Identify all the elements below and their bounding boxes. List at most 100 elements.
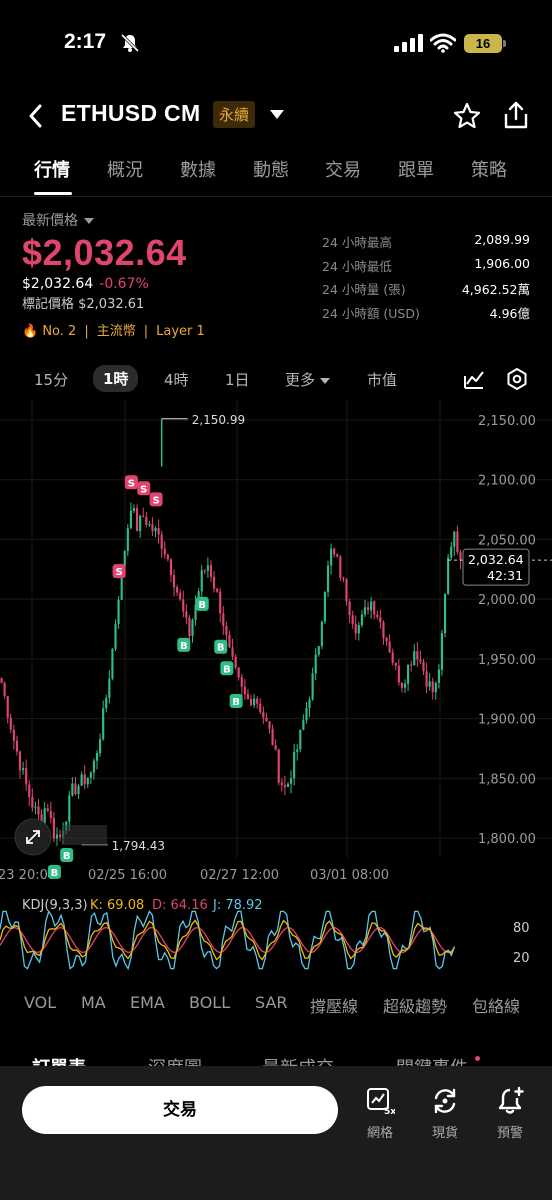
candle-body	[326, 565, 330, 592]
candle-body	[394, 662, 397, 666]
price-change-line: $2,032.64 -0.67%	[22, 276, 322, 292]
timeframe-4h[interactable]: 4時	[164, 369, 189, 390]
wifi-icon	[430, 33, 456, 53]
candle-body	[363, 607, 367, 615]
candle-body	[28, 784, 31, 798]
watermark-logo	[62, 825, 107, 845]
tab-trade[interactable]: 交易	[325, 156, 361, 182]
grid-label: 網格	[366, 1126, 393, 1141]
candle-body	[108, 678, 111, 698]
timeframe-1d[interactable]: 1日	[225, 369, 250, 390]
star-icon[interactable]	[453, 102, 481, 130]
alert-button[interactable]: 預警	[485, 1086, 535, 1141]
candle-body	[105, 697, 108, 709]
timeframe-1h[interactable]: 1時	[93, 365, 139, 392]
candle-body	[74, 783, 77, 795]
indicator-ema[interactable]: EMA	[130, 993, 165, 1012]
grid-button[interactable]: 5x 網格	[355, 1086, 405, 1141]
candle-body	[225, 626, 228, 635]
x-tick-label: 23 20:00	[0, 868, 56, 883]
trade-marker-label: S	[115, 567, 122, 578]
back-icon[interactable]	[24, 102, 48, 130]
stat-label: 24 小時最高	[322, 235, 392, 250]
settings-icon[interactable]	[505, 367, 529, 391]
candle-body	[172, 575, 176, 588]
spot-button[interactable]: 現貨	[420, 1086, 470, 1141]
tab-overview[interactable]: 概況	[107, 156, 143, 182]
tab-data[interactable]: 數據	[180, 156, 216, 182]
indicator-icon[interactable]	[463, 368, 485, 390]
indicator-support-resistance[interactable]: 撐壓線	[310, 993, 358, 1017]
candle-body	[176, 587, 179, 593]
candle-body	[99, 739, 102, 754]
y-tick-label: 2,100.00	[478, 474, 536, 489]
trade-marker-label: S	[152, 495, 159, 506]
y-tick-label: 1,900.00	[478, 713, 536, 728]
layer-tag[interactable]: Layer 1	[156, 324, 205, 339]
rank-tag[interactable]: No. 2	[42, 324, 76, 339]
candle-body	[357, 625, 360, 634]
candle-body	[323, 591, 327, 622]
candle-body	[209, 565, 213, 577]
timeframe-15m[interactable]: 15分	[34, 369, 68, 390]
candle-body	[366, 607, 370, 611]
candle-body	[160, 534, 163, 549]
trade-button[interactable]: 交易	[22, 1086, 338, 1134]
tab-strategy[interactable]: 策略	[471, 156, 507, 182]
candle-body	[154, 528, 157, 532]
grid-badge: 5x	[384, 1107, 395, 1116]
candle-body	[373, 601, 376, 615]
timeframe-more[interactable]: 更多	[285, 369, 331, 390]
indicator-supertrend[interactable]: 超級趨勢	[383, 993, 447, 1017]
timeframe-marketcap[interactable]: 市值	[367, 369, 397, 390]
candle-body	[231, 647, 234, 657]
indicator-ma[interactable]: MA	[81, 993, 106, 1012]
candle-body	[55, 834, 59, 839]
tab-copy[interactable]: 跟單	[398, 156, 434, 182]
candle-body	[274, 745, 277, 750]
fullscreen-icon[interactable]	[14, 818, 52, 856]
indicator-boll[interactable]: BOLL	[189, 993, 230, 1012]
stat-row: 24 小時最低 1,906.00	[322, 256, 530, 280]
tag-separator: |	[143, 324, 149, 339]
symbol-title[interactable]: ETHUSD CM	[61, 100, 200, 127]
candle-body	[403, 683, 407, 688]
candle-body	[443, 593, 447, 634]
candle-body	[345, 579, 348, 602]
low-price-label: 1,794.43	[112, 839, 165, 853]
candle-body	[148, 524, 151, 526]
candlestick-chart[interactable]: 2,150.00 2,100.00 2,050.00 2,000.00 1,950.00…	[0, 400, 552, 888]
bottom-action-bar: 交易 5x 網格 現貨 預警	[0, 1066, 552, 1200]
header: ETHUSD CM 永續	[0, 96, 552, 136]
candle-body	[391, 652, 394, 663]
trade-marker-label: S	[140, 484, 147, 495]
tab-market[interactable]: 行情	[34, 156, 70, 182]
indicator-envelope[interactable]: 包絡線	[472, 993, 520, 1017]
timeframe-bar: 15分 1時 4時 1日 更多 市值	[0, 364, 552, 396]
candle-body	[317, 646, 320, 655]
y-tick-label: 2,000.00	[478, 593, 536, 608]
candle-body	[410, 664, 413, 666]
candle-body	[163, 548, 166, 555]
status-bar: 2:17 16	[0, 0, 552, 90]
indicator-vol[interactable]: VOL	[24, 993, 56, 1012]
timeframe-more-label: 更多	[285, 371, 316, 389]
indicator-sar[interactable]: SAR	[255, 993, 288, 1012]
tab-feed[interactable]: 動態	[253, 156, 289, 182]
signal-icon	[394, 34, 423, 52]
candle-body	[253, 698, 256, 706]
candle-body	[18, 751, 22, 771]
share-icon[interactable]	[502, 100, 530, 130]
y-tick-label: 2,050.00	[478, 533, 536, 548]
candle-body	[95, 753, 99, 761]
kdj-level-80: 80	[513, 921, 530, 936]
category-tag[interactable]: 主流幣	[97, 324, 136, 339]
price-usd: $2,032.64	[22, 276, 94, 292]
candle-body	[25, 768, 28, 785]
candle-body	[407, 664, 410, 684]
latest-price-selector[interactable]: 最新價格	[22, 210, 322, 230]
candle-body	[142, 515, 145, 517]
stat-value: 4.96億	[489, 305, 530, 321]
symbol-dropdown-icon[interactable]	[270, 110, 284, 119]
stats-panel: 24 小時最高 2,089.99 24 小時最低 1,906.00 24 小時量 (…	[322, 232, 530, 326]
